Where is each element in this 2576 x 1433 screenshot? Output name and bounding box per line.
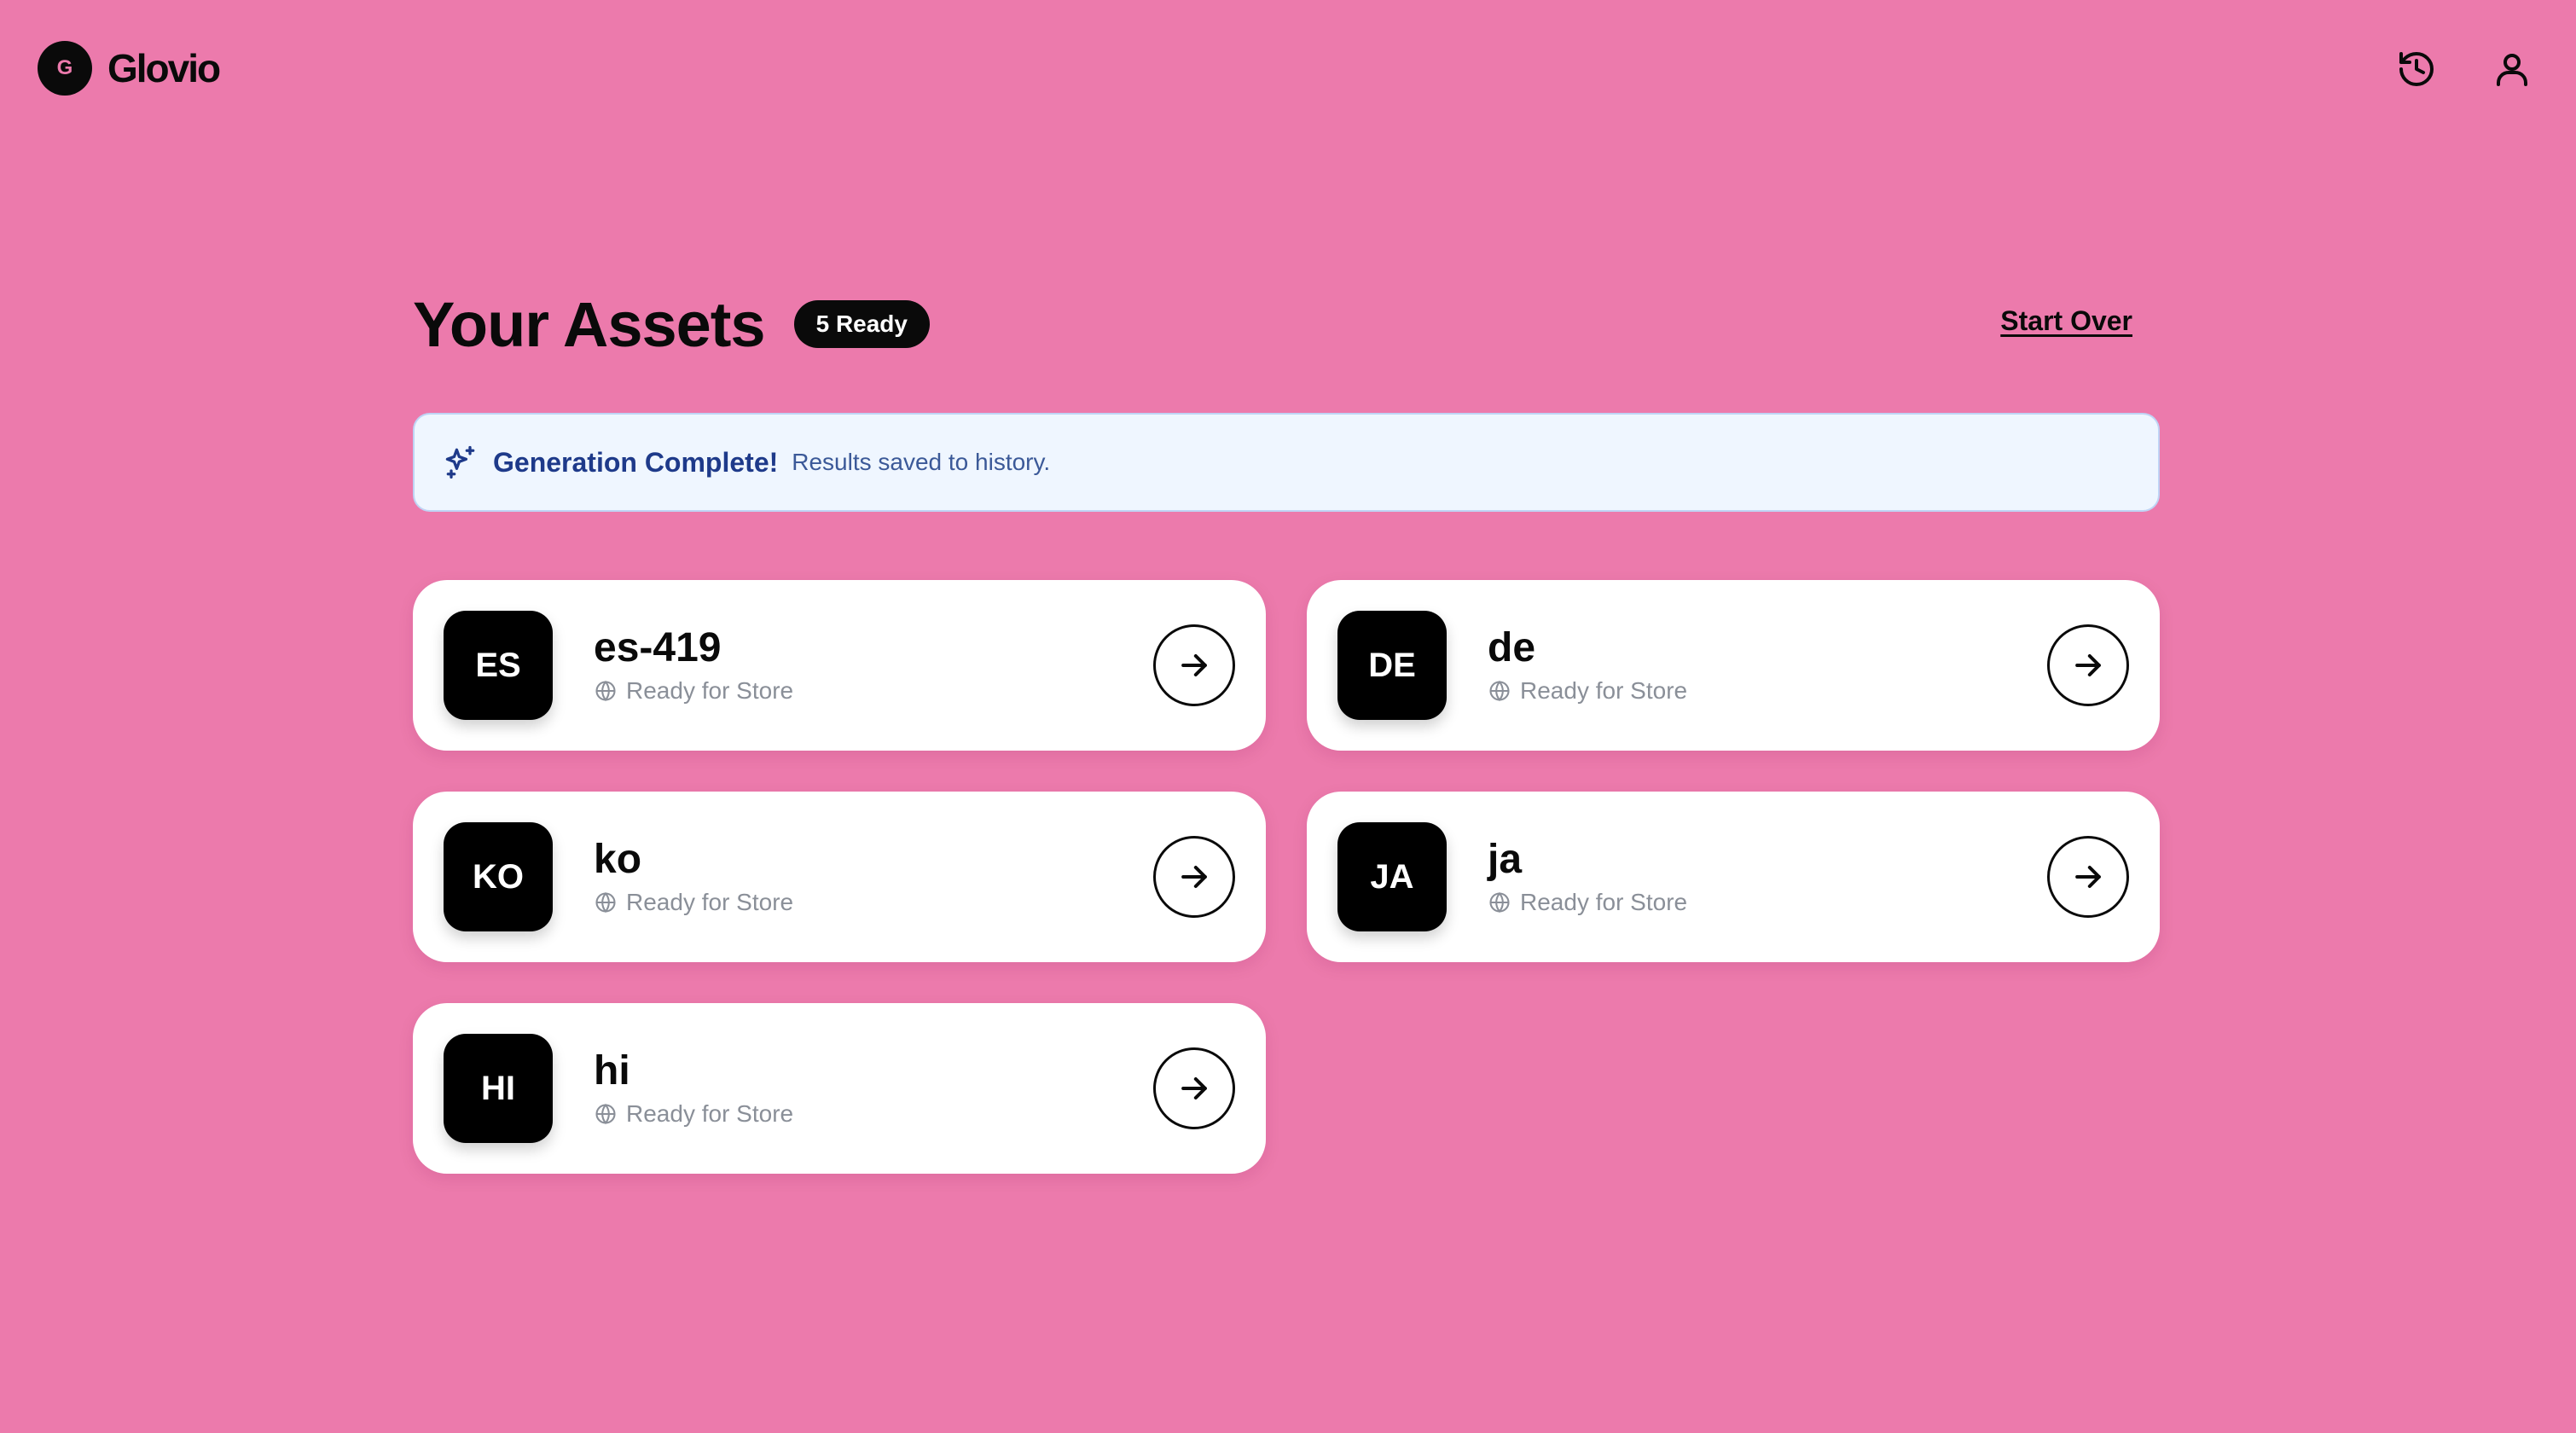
asset-status-text: Ready for Store — [626, 677, 794, 705]
asset-initials-tile: HI — [444, 1034, 553, 1143]
asset-card-hi[interactable]: HI hi Ready for Store — [413, 1003, 1266, 1174]
sparkles-icon — [442, 444, 479, 481]
arrow-right-icon — [1181, 865, 1207, 889]
brand-name: Glovio — [107, 46, 221, 90]
open-asset-button[interactable] — [2047, 624, 2129, 706]
open-asset-button[interactable] — [1153, 1047, 1235, 1129]
asset-info: es-419 Ready for Store — [594, 624, 793, 705]
assets-panel: Your Assets 5 Ready Start Over Generatio… — [413, 281, 2160, 1174]
brand-logo[interactable]: G Glovio — [38, 41, 221, 96]
asset-status-text: Ready for Store — [626, 889, 794, 916]
arrow-right-icon — [1181, 1076, 1207, 1100]
asset-initials-tile: ES — [444, 611, 553, 720]
open-asset-button[interactable] — [2047, 836, 2129, 918]
history-button[interactable] — [2390, 43, 2443, 96]
asset-status: Ready for Store — [594, 677, 793, 705]
asset-grid: ES es-419 Ready for Store DE de Ready fo… — [413, 580, 2160, 1174]
globe-icon — [595, 1104, 616, 1125]
open-asset-button[interactable] — [1153, 836, 1235, 918]
asset-status: Ready for Store — [594, 1100, 793, 1128]
asset-status: Ready for Store — [1488, 889, 1687, 916]
arrow-right-icon — [2075, 865, 2101, 889]
asset-card-es-419[interactable]: ES es-419 Ready for Store — [413, 580, 1266, 751]
asset-locale-code: hi — [594, 1047, 630, 1094]
globe-icon — [595, 892, 616, 914]
asset-card-ko[interactable]: KO ko Ready for Store — [413, 792, 1266, 962]
asset-status: Ready for Store — [594, 889, 793, 916]
arrow-right-icon — [1181, 653, 1207, 677]
user-icon — [2497, 54, 2527, 86]
globe-icon — [1489, 892, 1510, 914]
asset-card-de[interactable]: DE de Ready for Store — [1307, 580, 2160, 751]
brand-mark: G — [38, 41, 92, 96]
header-actions — [2390, 43, 2538, 96]
asset-locale-code: ko — [594, 836, 642, 882]
start-over-link[interactable]: Start Over — [2000, 305, 2132, 337]
history-icon — [2399, 52, 2434, 86]
asset-status-text: Ready for Store — [626, 1100, 794, 1128]
arrow-right-icon — [2075, 653, 2101, 677]
asset-initials-tile: JA — [1337, 822, 1447, 931]
globe-icon — [595, 681, 616, 702]
title-row: Your Assets 5 Ready Start Over — [413, 281, 2160, 367]
asset-info: ko Ready for Store — [594, 836, 793, 917]
asset-card-ja[interactable]: JA ja Ready for Store — [1307, 792, 2160, 962]
top-header: G Glovio — [0, 0, 2576, 136]
notice-title: Generation Complete! — [493, 446, 779, 478]
asset-info: de Ready for Store — [1488, 624, 1687, 705]
asset-info: ja Ready for Store — [1488, 836, 1687, 917]
asset-status-text: Ready for Store — [1520, 677, 1688, 705]
page-title: Your Assets — [413, 288, 766, 360]
generation-complete-notice: Generation Complete! Results saved to hi… — [413, 413, 2160, 512]
asset-initials-tile: DE — [1337, 611, 1447, 720]
asset-locale-code: es-419 — [594, 624, 722, 670]
asset-info: hi Ready for Store — [594, 1047, 793, 1128]
asset-locale-code: ja — [1488, 836, 1523, 882]
notice-text: Results saved to history. — [792, 449, 1051, 475]
open-asset-button[interactable] — [1153, 624, 1235, 706]
asset-initials-tile: KO — [444, 822, 553, 931]
globe-icon — [1489, 681, 1510, 702]
user-button[interactable] — [2486, 43, 2538, 96]
asset-locale-code: de — [1488, 624, 1536, 670]
asset-status-text: Ready for Store — [1520, 889, 1688, 916]
ready-count-badge: 5 Ready — [793, 300, 930, 348]
asset-status: Ready for Store — [1488, 677, 1687, 705]
